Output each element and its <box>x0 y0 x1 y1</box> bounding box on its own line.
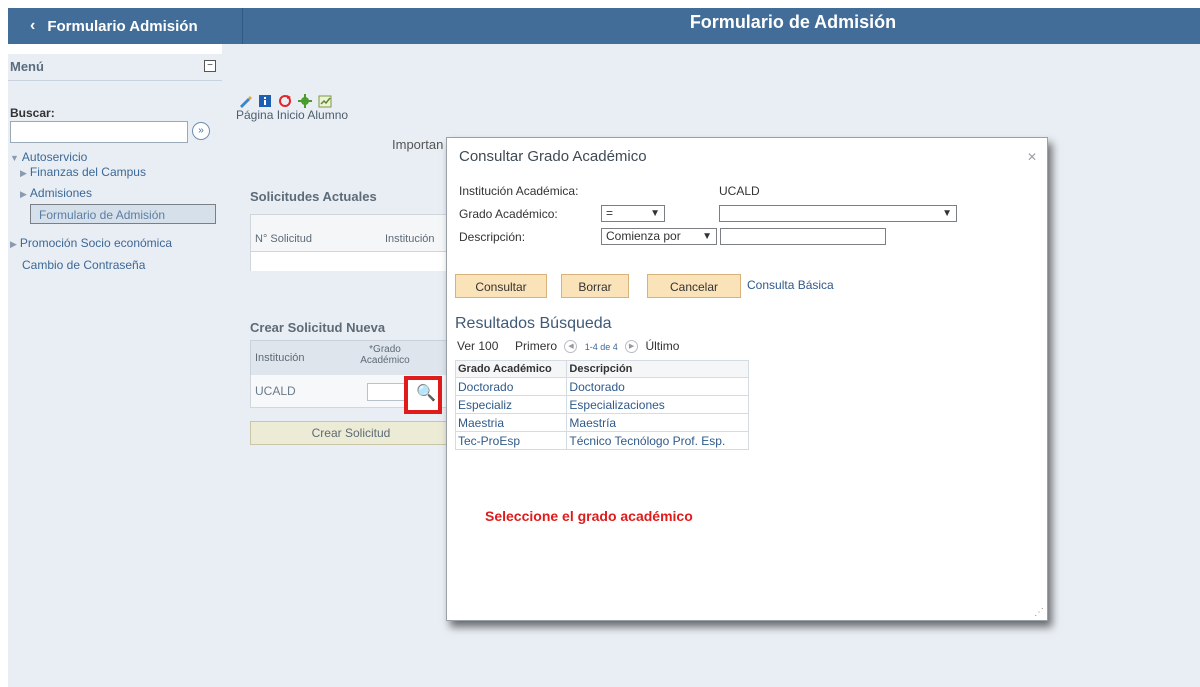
descripcion-link[interactable]: Maestría <box>566 413 749 432</box>
col-header-grado: Grado Académico <box>454 360 568 378</box>
collapsed-arrow-icon: ▶ <box>20 189 27 199</box>
modal-title: Consultar Grado Académico <box>459 148 647 165</box>
menu-header: Menú − <box>8 54 222 81</box>
institucion-label: Institución Académica: <box>459 184 579 198</box>
instruction-text: Seleccione el grado académico <box>485 508 693 524</box>
table-row[interactable]: Especializ Especializaciones <box>454 395 749 414</box>
resize-handle-icon[interactable]: ⋰ <box>1034 607 1044 618</box>
col-header-solicitud: N° Solicitud <box>255 233 312 245</box>
sidebar-item-label: Autoservicio <box>21 150 88 164</box>
collapse-icon[interactable]: − <box>204 60 216 72</box>
borrar-button[interactable]: Borrar <box>561 274 629 298</box>
sidebar-item-label: Formulario de Admisión <box>39 208 166 222</box>
sidebar-item-admisiones[interactable]: ▶ Admisiones <box>20 186 92 200</box>
table-row[interactable]: Doctorado Doctorado <box>454 377 749 396</box>
grado-label: Grado Académico: <box>459 207 558 221</box>
search-go-icon[interactable]: » <box>192 122 210 140</box>
ultimo-link[interactable]: Último <box>645 339 679 353</box>
results-table: Grado Académico Descripción Doctorado Do… <box>454 360 749 450</box>
gear-icon[interactable] <box>298 94 312 108</box>
col-header-institucion: Institución <box>385 233 435 245</box>
grado-link[interactable]: Doctorado <box>454 377 568 396</box>
sidebar-item-label: Cambio de Contraseña <box>22 258 146 272</box>
grado-input[interactable] <box>367 383 409 401</box>
collapsed-arrow-icon: ▶ <box>20 168 27 178</box>
back-button[interactable]: ‹ Formulario Admisión <box>8 8 243 44</box>
refresh-icon[interactable] <box>278 94 292 108</box>
search-label: Buscar: <box>10 106 55 120</box>
header-bar: ‹ Formulario Admisión Formulario de Admi… <box>8 8 1200 44</box>
descripcion-input[interactable] <box>720 228 886 245</box>
consulta-basica-link[interactable]: Consulta Básica <box>747 278 834 292</box>
close-icon[interactable]: ✕ <box>1027 150 1037 164</box>
results-pager: Ver 100 Primero ◀ 1-4 de 4 ▶ Último <box>457 339 679 354</box>
institucion-value: UCALD <box>255 384 296 398</box>
grado-value-select[interactable]: ▼ <box>719 205 957 222</box>
table-row <box>251 251 451 271</box>
page-count: 1-4 de 4 <box>584 342 618 352</box>
chevron-down-icon: ▼ <box>942 208 952 219</box>
back-label: Formulario Admisión <box>47 17 198 35</box>
results-heading: Resultados Búsqueda <box>455 315 612 332</box>
grado-operator-value: = <box>606 206 614 220</box>
solicitudes-actuales-heading: Solicitudes Actuales <box>250 189 377 204</box>
descripcion-operator-value: Comienza por <box>606 229 681 243</box>
table-row[interactable]: Maestria Maestría <box>454 413 749 432</box>
expanded-arrow-icon: ▼ <box>10 153 19 163</box>
crear-solicitud-heading: Crear Solicitud Nueva <box>250 320 386 335</box>
toolbar-icons <box>238 94 332 108</box>
table-row[interactable]: Tec-ProEsp Técnico Tecnólogo Prof. Esp. <box>454 431 749 450</box>
sidebar-item-label: Finanzas del Campus <box>29 165 146 179</box>
pagina-inicio-link[interactable]: Página Inicio Alumno <box>236 108 348 122</box>
sidebar-item-autoservicio[interactable]: ▼ Autoservicio <box>10 150 87 164</box>
table-header-row: Grado Académico Descripción <box>454 360 749 378</box>
descripcion-label: Descripción: <box>459 230 526 244</box>
page-title: Formulario de Admisión <box>689 12 897 32</box>
sidebar-item-label: Promoción Socio económica <box>19 236 172 250</box>
sidebar-item-formulario[interactable]: Formulario de Admisión <box>30 204 216 224</box>
sidebar-item-label: Admisiones <box>29 186 92 200</box>
descripcion-link[interactable]: Especializaciones <box>566 395 749 414</box>
primero-link[interactable]: Primero <box>515 339 557 353</box>
col-header-descripcion: Descripción <box>566 360 749 378</box>
search-input[interactable] <box>10 121 188 143</box>
grado-operator-select[interactable]: = ▼ <box>601 205 665 222</box>
consultar-button[interactable]: Consultar <box>455 274 547 298</box>
sidebar-item-promocion[interactable]: ▶ Promoción Socio económica <box>10 236 172 250</box>
chevron-left-icon: ‹ <box>30 17 36 34</box>
descripcion-link[interactable]: Técnico Tecnólogo Prof. Esp. <box>566 431 749 450</box>
solicitudes-table: N° Solicitud Institución <box>250 214 452 271</box>
table-header-row: Institución *Grado Académico <box>250 340 452 376</box>
crear-solicitud-button[interactable]: Crear Solicitud <box>250 421 452 445</box>
search-icon: 🔍 <box>416 385 436 402</box>
report-icon[interactable] <box>318 94 332 108</box>
institucion-value: UCALD <box>719 184 760 198</box>
cancelar-button[interactable]: Cancelar <box>647 274 741 298</box>
sidebar-item-contrasena[interactable]: Cambio de Contraseña <box>22 258 145 272</box>
sidebar-item-finanzas[interactable]: ▶ Finanzas del Campus <box>20 165 146 179</box>
grado-link[interactable]: Especializ <box>454 395 568 414</box>
edit-icon[interactable] <box>238 94 252 108</box>
lookup-search-button[interactable]: 🔍 <box>404 376 442 414</box>
consultar-grado-modal: Consultar Grado Académico ✕ Institución … <box>446 137 1048 621</box>
grado-link[interactable]: Tec-ProEsp <box>454 431 568 450</box>
collapsed-arrow-icon: ▶ <box>10 239 17 249</box>
previous-arrow-icon[interactable]: ◀ <box>564 340 578 354</box>
chevron-down-icon: ▼ <box>650 208 660 219</box>
descripcion-link[interactable]: Doctorado <box>566 377 749 396</box>
info-icon[interactable] <box>258 94 272 108</box>
grado-link[interactable]: Maestria <box>454 413 568 432</box>
col-header-grado: *Grado Académico <box>360 344 410 366</box>
next-arrow-icon[interactable]: ▶ <box>625 340 639 354</box>
col-header-institucion: Institución <box>255 352 305 364</box>
ver-100-link[interactable]: Ver 100 <box>457 339 498 353</box>
sidebar: Menú − Buscar: » ▼ Autoservicio ▶ Finanzas… <box>8 54 223 687</box>
descripcion-operator-select[interactable]: Comienza por ▼ <box>601 228 717 245</box>
menu-label: Menú <box>10 59 44 74</box>
chevron-down-icon: ▼ <box>702 231 712 242</box>
important-text: Importan <box>392 137 444 152</box>
